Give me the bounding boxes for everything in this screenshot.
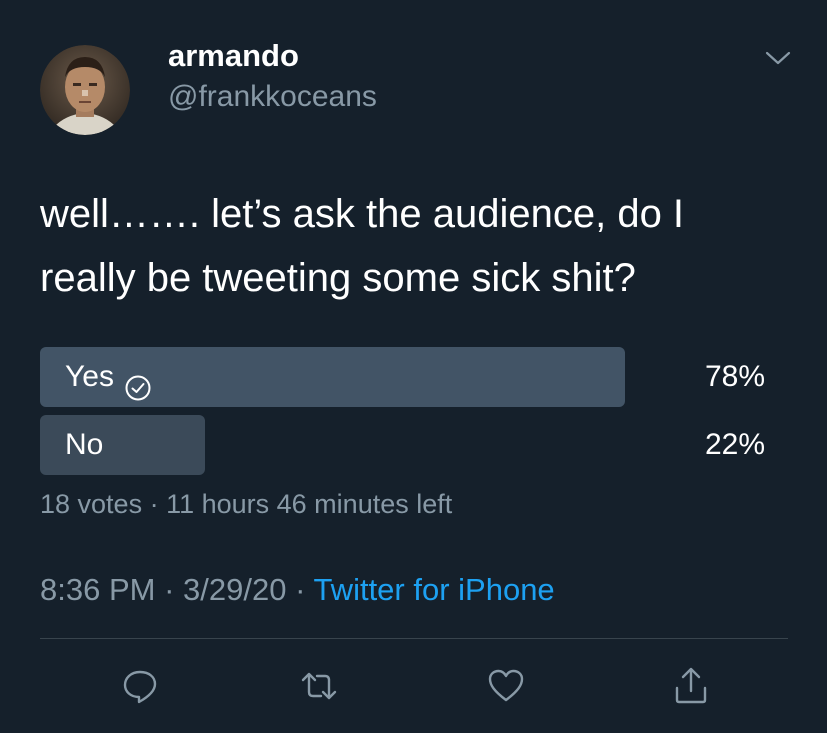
tweet-date: 3/29/20 — [183, 572, 287, 607]
tweet-text-line: well……. let’s ask the audience, do I — [40, 192, 685, 236]
tweet-meta: 8:36 PM · 3/29/20 · Twitter for iPhone — [40, 572, 555, 608]
poll-option-no: No 22% — [40, 415, 790, 475]
tweet-detail: armando @frankkoceans well……. let’s ask … — [0, 0, 827, 733]
poll-option-yes: Yes 78% — [40, 347, 790, 407]
poll-option-percent: 78% — [704, 360, 765, 393]
separator: · — [142, 489, 167, 519]
chevron-down-icon[interactable] — [764, 46, 792, 70]
poll-votes: 18 votes — [40, 489, 143, 519]
poll-option-label: Yes — [65, 360, 114, 393]
tweet-text-line: really be tweeting some sick shit? — [40, 256, 636, 300]
poll-option-percent: 22% — [704, 428, 765, 461]
divider — [40, 638, 788, 639]
poll-meta: 18 votes · 11 hours 46 minutes left — [40, 489, 452, 520]
display-name[interactable]: armando — [168, 38, 299, 74]
avatar[interactable] — [40, 45, 130, 135]
share-icon — [675, 667, 707, 704]
reply-icon — [123, 670, 157, 704]
reply-button[interactable] — [118, 664, 162, 708]
poll-option-label: No — [65, 428, 104, 461]
retweet-button[interactable] — [297, 664, 341, 708]
check-circle-icon — [124, 363, 152, 401]
separator: · — [286, 572, 314, 607]
tweet-time: 8:36 PM — [40, 572, 156, 607]
poll-time-left: 11 hours 46 minutes left — [166, 489, 453, 519]
separator: · — [155, 572, 184, 607]
heart-icon — [488, 669, 524, 702]
retweet-icon — [301, 672, 337, 700]
user-handle[interactable]: @frankkoceans — [168, 80, 377, 114]
like-button[interactable] — [484, 664, 528, 708]
tweet-text: well……. let’s ask the audience, do I rea… — [40, 182, 800, 310]
tweet-source-link[interactable]: Twitter for iPhone — [313, 572, 554, 607]
share-button[interactable] — [669, 664, 713, 708]
